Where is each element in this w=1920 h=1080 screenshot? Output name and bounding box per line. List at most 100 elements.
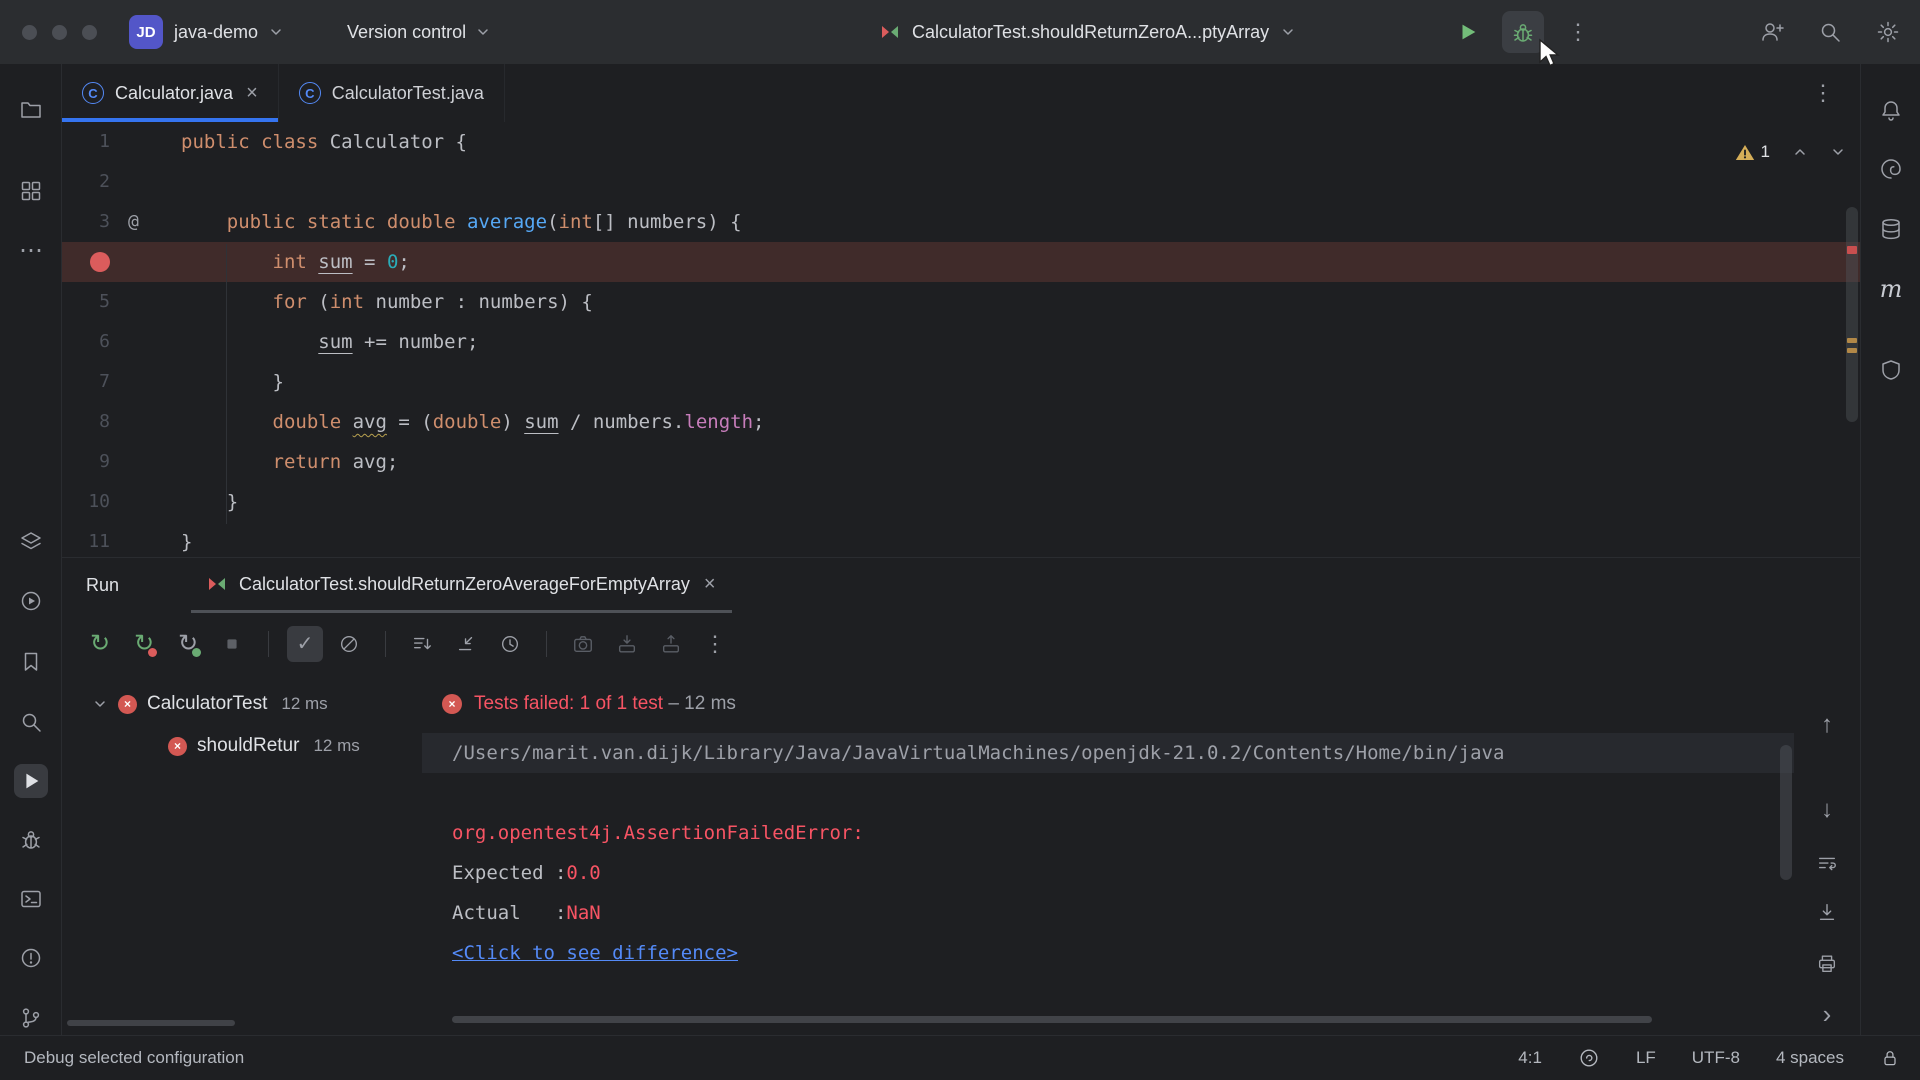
line-number[interactable]: 2 — [62, 162, 110, 202]
breakpoint-icon[interactable] — [90, 252, 110, 272]
code-text[interactable]: public static double average(int[] numbe… — [181, 202, 1860, 242]
show-ignored-button[interactable] — [331, 626, 367, 662]
project-folder-icon[interactable] — [14, 93, 48, 127]
notifications-bell-icon[interactable] — [1874, 93, 1908, 127]
scroll-to-end-button[interactable] — [1810, 895, 1844, 929]
breakpoint-gutter[interactable] — [62, 242, 110, 282]
scroll-up-button[interactable]: ↑ — [1810, 708, 1844, 742]
tab-calculatortest-java[interactable]: C CalculatorTest.java — [279, 64, 505, 122]
warning-stripe-mark[interactable] — [1847, 338, 1857, 343]
modules-icon[interactable] — [14, 174, 48, 208]
snapshot-button[interactable] — [565, 626, 601, 662]
code-text[interactable]: sum += number; — [181, 322, 1860, 362]
expand-strip-button[interactable]: › — [1810, 997, 1844, 1031]
line-number[interactable]: 8 — [62, 402, 110, 442]
sort-alphabetically-button[interactable] — [404, 626, 440, 662]
ai-status-icon[interactable] — [1578, 1047, 1600, 1069]
warning-stripe-mark[interactable] — [1847, 348, 1857, 353]
ai-assistant-icon[interactable] — [1874, 152, 1908, 186]
warnings-counter[interactable]: 1 — [1735, 142, 1770, 162]
next-problem-chevron-down-icon[interactable] — [1830, 144, 1846, 160]
encoding-widget[interactable]: UTF-8 — [1692, 1048, 1740, 1068]
terminal-icon[interactable] — [14, 882, 48, 916]
tab-calculator-java[interactable]: C Calculator.java × — [62, 64, 279, 122]
run-toolwindow-button[interactable] — [14, 764, 48, 798]
scroll-down-button[interactable]: ↓ — [1810, 793, 1844, 827]
search-everywhere-button[interactable] — [1810, 12, 1850, 52]
console-vertical-scrollbar[interactable] — [1780, 745, 1792, 880]
indent-widget[interactable]: 4 spaces — [1776, 1048, 1844, 1068]
run-anything-icon[interactable] — [14, 584, 48, 618]
line-number[interactable]: 10 — [62, 482, 110, 522]
bookmarks-icon[interactable] — [14, 645, 48, 679]
code-text[interactable]: } — [181, 482, 1860, 522]
line-number[interactable]: 9 — [62, 442, 110, 482]
tree-expand-chevron-icon[interactable] — [92, 696, 108, 712]
project-widget[interactable]: JD java-demo — [129, 15, 283, 49]
see-difference-link[interactable]: <Click to see difference> — [452, 942, 738, 964]
soft-wrap-button[interactable] — [1810, 846, 1844, 880]
console-horizontal-scrollbar[interactable] — [452, 1016, 1652, 1023]
debug-button[interactable] — [1502, 11, 1544, 53]
line-number[interactable]: 3 — [62, 202, 110, 242]
close-tab-icon[interactable]: × — [246, 82, 258, 105]
rerun-failed-tests-button[interactable]: ↻ — [126, 626, 162, 662]
console-error-class[interactable]: org.opentest4j.AssertionFailedError: — [452, 822, 864, 844]
line-separator-widget[interactable]: LF — [1636, 1048, 1656, 1068]
prev-problem-chevron-up-icon[interactable] — [1792, 144, 1808, 160]
find-icon[interactable] — [14, 705, 48, 739]
sort-by-duration-button[interactable] — [492, 626, 528, 662]
git-branch-icon[interactable] — [14, 1001, 48, 1035]
console-java-path[interactable]: /Users/marit.van.dijk/Library/Java/JavaV… — [452, 742, 1504, 764]
code-with-me-button[interactable] — [1752, 12, 1792, 52]
test-tree-row-method[interactable]: × shouldRetur 12 ms — [62, 725, 422, 767]
show-passed-button[interactable]: ✓ — [287, 626, 323, 662]
rerun-tests-button[interactable]: ↻ — [82, 626, 118, 662]
line-number[interactable]: 11 — [62, 522, 110, 557]
line-number[interactable]: 1 — [62, 122, 110, 162]
readonly-lock-icon[interactable] — [1880, 1048, 1900, 1068]
problems-icon[interactable] — [14, 941, 48, 975]
settings-button[interactable] — [1868, 12, 1908, 52]
window-close-button[interactable] — [22, 25, 37, 40]
toolbar-more-button[interactable]: ⋮ — [697, 626, 733, 662]
run-configuration-widget[interactable]: CalculatorTest.shouldReturnZeroA...ptyAr… — [880, 22, 1295, 43]
line-number[interactable]: 5 — [62, 282, 110, 322]
test-tree-row-root[interactable]: × CalculatorTest 12 ms — [62, 683, 422, 725]
more-tool-windows-icon[interactable]: ⋯ — [14, 233, 48, 267]
toggle-auto-test-button[interactable]: ↻ — [170, 626, 206, 662]
code-text[interactable] — [181, 162, 1860, 202]
stop-button[interactable] — [214, 626, 250, 662]
code-text[interactable]: } — [181, 522, 1860, 557]
more-actions-button[interactable]: ⋮ — [1558, 12, 1598, 52]
line-number[interactable]: 6 — [62, 322, 110, 362]
services-icon[interactable] — [14, 525, 48, 559]
vcs-widget[interactable]: Version control — [347, 22, 490, 43]
error-stripe-mark[interactable] — [1847, 246, 1857, 254]
debug-toolwindow-icon[interactable] — [14, 822, 48, 856]
code-text[interactable]: double avg = (double) sum / numbers.leng… — [181, 402, 1860, 442]
tab-options-kebab-icon[interactable]: ⋮ — [1812, 82, 1834, 104]
maven-icon[interactable]: m — [1874, 272, 1908, 306]
line-number[interactable]: 7 — [62, 362, 110, 402]
code-text[interactable]: } — [181, 362, 1860, 402]
export-results-button[interactable] — [653, 626, 689, 662]
close-session-icon[interactable]: × — [704, 573, 716, 596]
shield-icon[interactable] — [1874, 353, 1908, 387]
code-text[interactable]: return avg; — [181, 442, 1860, 482]
test-console[interactable]: × Tests failed: 1 of 1 test – 12 ms /Use… — [422, 675, 1794, 1035]
code-editor[interactable]: 1public class Calculator {23@ public sta… — [62, 122, 1860, 557]
database-icon[interactable] — [1874, 212, 1908, 246]
run-button[interactable] — [1448, 12, 1488, 52]
window-zoom-button[interactable] — [82, 25, 97, 40]
code-text[interactable]: int sum = 0; — [181, 242, 1860, 282]
code-text[interactable]: for (int number : numbers) { — [181, 282, 1860, 322]
editor-scrollbar[interactable] — [1846, 207, 1858, 422]
run-session-tab[interactable]: CalculatorTest.shouldReturnZeroAverageFo… — [191, 558, 732, 613]
collapse-all-button[interactable] — [448, 626, 484, 662]
tree-horizontal-scrollbar[interactable] — [67, 1020, 235, 1026]
code-text[interactable]: public class Calculator { — [181, 122, 1860, 162]
print-button[interactable] — [1810, 947, 1844, 981]
import-results-button[interactable] — [609, 626, 645, 662]
window-minimize-button[interactable] — [52, 25, 67, 40]
